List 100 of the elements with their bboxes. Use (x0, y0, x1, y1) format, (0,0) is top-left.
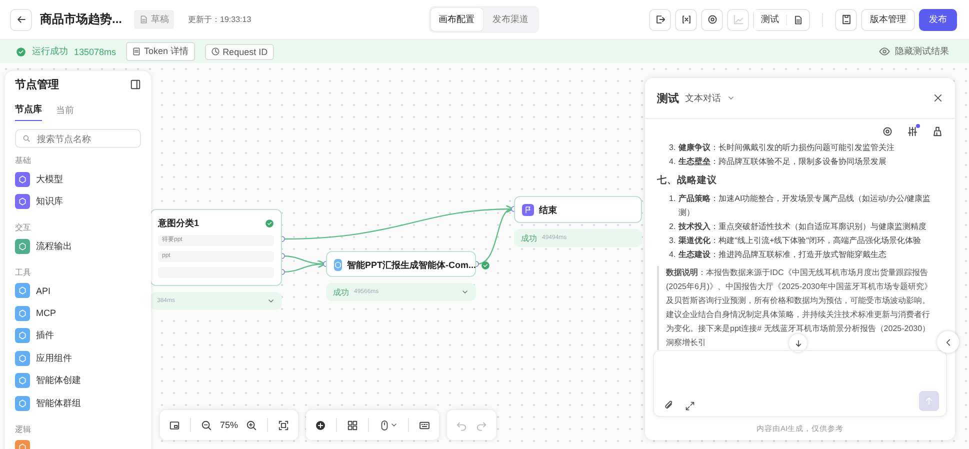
panel-title: 节点管理 (15, 78, 59, 92)
node-glyph-icon (18, 286, 27, 296)
zoom-in-icon (246, 420, 258, 430)
variable-button[interactable] (675, 8, 697, 30)
fullscreen-button[interactable] (685, 401, 695, 411)
sidebar-panel-icon (130, 78, 141, 90)
group-label: 基础 (15, 155, 32, 166)
node-type-item[interactable]: 应用组件 (36, 352, 72, 365)
view-tab[interactable]: 画布配置 (430, 8, 482, 31)
keyboard-icon (419, 420, 430, 430)
close-icon (933, 93, 943, 103)
panel-tab[interactable]: 当前 (56, 103, 74, 121)
node-type-item[interactable]: 大模型 (36, 172, 63, 186)
node-glyph-icon (18, 174, 27, 184)
publish-button[interactable]: 发布 (919, 8, 957, 30)
settings-button[interactable] (882, 126, 893, 137)
node-title: 智能PPT汇报生成智能体-Com... (347, 258, 476, 272)
group-label: 工具 (15, 266, 32, 278)
list-number: 4. (669, 249, 676, 261)
redo-icon (476, 420, 488, 430)
success-check-icon (265, 218, 274, 228)
document-icon (139, 15, 148, 24)
clock-icon (210, 47, 220, 56)
request-id-button[interactable]: Request ID (204, 44, 274, 60)
list-number: 3. (669, 142, 676, 154)
save-button[interactable] (835, 8, 857, 30)
expand-icon (685, 401, 695, 411)
fit-view-icon (278, 420, 290, 430)
chevron-down-icon (461, 288, 469, 296)
node-glyph-icon (18, 398, 27, 408)
document-edit-icon (793, 14, 803, 24)
group-label: 交互 (15, 222, 32, 233)
back-button[interactable] (10, 8, 32, 30)
list-item-text: 渠道优化：构建"线上引流+线下体验"闭环，高端产品强化场景化体验 (678, 235, 922, 247)
export-button[interactable] (649, 8, 671, 30)
list-number: 4. (669, 156, 676, 168)
node-type-item[interactable]: 插件 (36, 329, 54, 342)
eye-icon (879, 46, 890, 57)
section-heading: 七、战略建议 (657, 174, 718, 188)
close-button[interactable] (933, 93, 943, 103)
settings-icon (706, 14, 718, 25)
list-number: 3. (669, 235, 676, 247)
view-tab[interactable]: 发布渠道 (484, 8, 536, 31)
run-duration: 135078ms (74, 46, 116, 56)
search-field[interactable]: 搜索节点名称 (15, 129, 141, 148)
node-glyph-icon (18, 376, 27, 386)
updated-time: 更新于：19:33:13 (188, 14, 252, 25)
group-label: 逻辑 (15, 424, 32, 434)
run-status: 成功 (521, 232, 537, 244)
token-details-button[interactable]: Token 详情 (126, 42, 195, 61)
mode-dropdown[interactable]: 文本对话 (685, 92, 721, 104)
version-button[interactable]: 版本管理 (861, 8, 915, 30)
node-title: 结束 (539, 204, 558, 216)
node-type-item[interactable]: 智能体创建 (36, 374, 81, 388)
arrow-down-icon (794, 338, 802, 348)
collapse-panel-button[interactable] (130, 78, 141, 90)
mouse-icon (379, 420, 390, 430)
node-type-item[interactable]: 智能体群组 (36, 396, 81, 410)
node-type-item[interactable]: API (36, 286, 51, 296)
success-check-icon (481, 260, 490, 270)
draft-badge: 草稿 (134, 10, 174, 29)
chevron-down-icon (390, 421, 398, 429)
node-type-item[interactable]: 知识库 (36, 195, 63, 208)
node-title: 意图分类1 (158, 216, 200, 230)
hide-results-button[interactable]: 隐藏测试结果 (873, 44, 955, 59)
node-type-item[interactable]: 流程输出 (36, 240, 72, 253)
node-glyph-icon (18, 308, 27, 318)
undo-icon (456, 420, 468, 430)
chevron-down-icon (267, 297, 275, 305)
node-glyph-icon (18, 197, 27, 206)
chevron-down-icon (727, 94, 735, 102)
success-check-icon (16, 46, 26, 56)
run-status-label: 运行成功 (32, 45, 68, 58)
back-arrow-icon (16, 14, 26, 25)
parameters-button[interactable] (907, 126, 918, 137)
list-item-text: 健康争议：长时间佩戴引发的听力损伤问题可能引发监管关注 (678, 142, 895, 154)
scroll-down-button[interactable] (789, 334, 807, 352)
list-item-text: 生态壁垒：跨品牌互联体验不足，限制多设备协同场景发展 (678, 156, 887, 168)
message-input[interactable] (653, 350, 947, 417)
workflow-node[interactable]: 结束 (514, 196, 642, 223)
list-number: 2. (669, 221, 676, 233)
add-node-icon (315, 420, 326, 430)
broom-icon (932, 126, 943, 137)
export-icon (654, 14, 666, 25)
chevron-left-icon (944, 338, 952, 346)
layout-grid-icon (347, 420, 358, 430)
panel-tab[interactable]: 节点库 (15, 103, 42, 121)
node-type-item[interactable]: MCP (36, 308, 56, 318)
variable-icon (680, 14, 692, 25)
paperclip-icon (664, 400, 675, 411)
attach-button[interactable] (664, 400, 675, 411)
node-glyph-icon (18, 331, 27, 340)
zoom-level: 75% (220, 420, 238, 430)
settings-icon (882, 126, 893, 137)
connection-line (282, 260, 326, 273)
clear-button[interactable] (932, 126, 943, 137)
node-glyph-icon (334, 261, 342, 269)
minimap-icon (169, 420, 180, 430)
line-chart-icon (732, 14, 744, 25)
arrow-up-icon (924, 396, 934, 406)
